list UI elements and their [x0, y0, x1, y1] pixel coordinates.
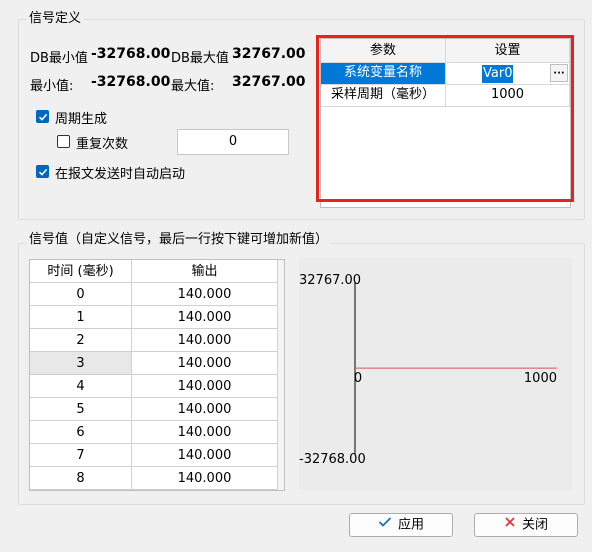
close-label: 关闭: [521, 517, 548, 533]
autostart-checkbox[interactable]: [36, 165, 49, 178]
signal-definition-title: 信号定义: [26, 11, 85, 27]
db-max-label: DB最大值: [171, 51, 229, 66]
highlight-annotation: [316, 35, 574, 202]
y-max-tick-label: 32767.00: [299, 273, 361, 288]
close-button[interactable]: 关闭: [474, 513, 578, 537]
check-icon: [378, 514, 392, 536]
min-label: 最小值:: [30, 79, 74, 94]
header-output[interactable]: 输出: [132, 260, 278, 283]
repeat-count-input[interactable]: 0: [177, 129, 289, 155]
table-scrollbar[interactable]: [278, 260, 284, 490]
apply-button[interactable]: 应用: [349, 513, 453, 537]
table-row[interactable]: 6 140.000: [30, 421, 278, 444]
periodic-label: 周期生成: [55, 112, 108, 127]
repeat-label: 重复次数: [76, 137, 129, 152]
table-row[interactable]: 2 140.000: [30, 329, 278, 352]
y-min-tick-label: -32768.00: [299, 452, 366, 467]
output-cell[interactable]: 140.000: [132, 283, 278, 306]
time-cell[interactable]: 8: [30, 467, 132, 490]
autostart-label: 在报文发送时自动启动: [55, 167, 186, 182]
time-cell[interactable]: 0: [30, 283, 132, 306]
max-value: 32767.00: [232, 74, 306, 90]
signal-chart: 32767.00 -32768.00 0 1000: [299, 258, 572, 490]
table-row[interactable]: 1 140.000: [30, 306, 278, 329]
table-row[interactable]: 3 140.000: [30, 352, 278, 375]
time-cell[interactable]: 4: [30, 375, 132, 398]
output-cell[interactable]: 140.000: [132, 375, 278, 398]
output-cell[interactable]: 140.000: [132, 421, 278, 444]
table-row[interactable]: 0 140.000: [30, 283, 278, 306]
chart-canvas: 32767.00 -32768.00 0 1000: [299, 273, 557, 467]
check-icon: [38, 113, 48, 121]
max-label: 最大值:: [171, 79, 215, 94]
header-time[interactable]: 时间 (毫秒): [30, 260, 132, 283]
x-min-tick-label: 0: [354, 371, 362, 386]
output-cell[interactable]: 140.000: [132, 306, 278, 329]
signal-values-table[interactable]: 时间 (毫秒) 输出 0 140.000 1 140.000 2 140.000…: [29, 259, 285, 491]
table-row[interactable]: 8 140.000: [30, 467, 278, 490]
output-cell[interactable]: 140.000: [132, 467, 278, 490]
time-cell[interactable]: 2: [30, 329, 132, 352]
output-cell[interactable]: 140.000: [132, 329, 278, 352]
apply-label: 应用: [397, 517, 424, 533]
output-cell[interactable]: 140.000: [132, 398, 278, 421]
time-cell[interactable]: 3: [30, 352, 132, 375]
db-min-value: -32768.00: [91, 46, 171, 62]
check-icon: [38, 168, 48, 176]
time-cell[interactable]: 5: [30, 398, 132, 421]
periodic-checkbox[interactable]: [36, 110, 49, 123]
table-row[interactable]: 4 140.000: [30, 375, 278, 398]
time-cell[interactable]: 1: [30, 306, 132, 329]
table-row[interactable]: 5 140.000: [30, 398, 278, 421]
time-cell[interactable]: 7: [30, 444, 132, 467]
table-header: 时间 (毫秒) 输出: [30, 260, 278, 283]
repeat-checkbox[interactable]: [57, 135, 70, 148]
time-cell[interactable]: 6: [30, 421, 132, 444]
signal-values-title: 信号值（自定义信号，最后一行按下键可增加新值）: [26, 232, 332, 248]
output-cell[interactable]: 140.000: [132, 444, 278, 467]
db-max-value: 32767.00: [232, 46, 306, 62]
output-cell[interactable]: 140.000: [132, 352, 278, 375]
min-value: -32768.00: [91, 74, 171, 90]
x-max-tick-label: 1000: [524, 371, 557, 386]
db-min-label: DB最小值: [30, 51, 88, 66]
x-icon: [504, 514, 516, 536]
table-row[interactable]: 7 140.000: [30, 444, 278, 467]
